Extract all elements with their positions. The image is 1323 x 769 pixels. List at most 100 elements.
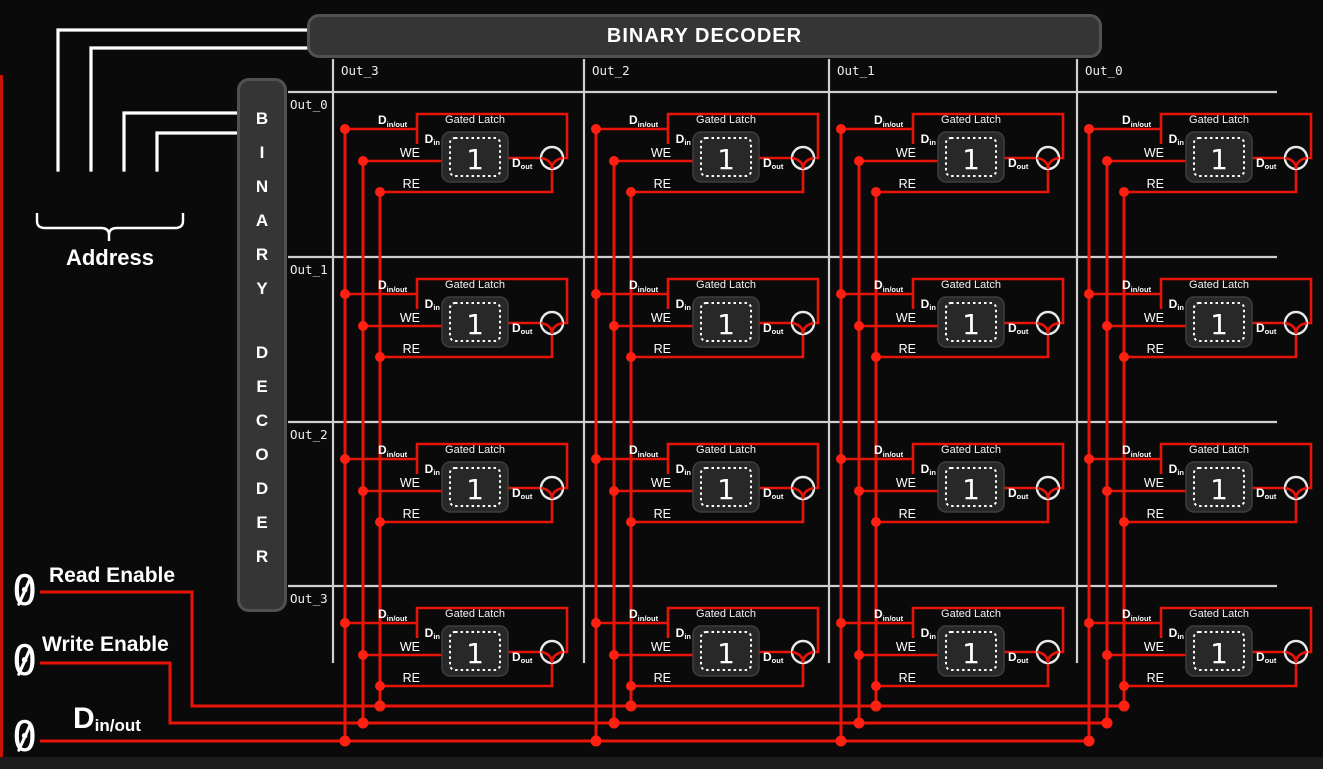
memory-cell-row3-col1: 1 Gated Latch Din/out WE RE Din Dout (584, 586, 834, 750)
stored-bit: 1 (1210, 308, 1228, 341)
gated-latch-title: Gated Latch (696, 608, 756, 620)
gated-latch-title: Gated Latch (445, 279, 505, 291)
cell-wiring: 1 Gated Latch Din/out WE RE Din Dout (584, 586, 834, 750)
cell-wiring: 1 Gated Latch Din/out WE RE Din Dout (829, 422, 1079, 586)
memory-cell-row0-col1: 1 Gated Latch Din/out WE RE Din Dout (584, 92, 834, 256)
dinout-junction-dot (1084, 454, 1094, 464)
re-junction-dot (871, 681, 881, 691)
re-junction-dot (375, 681, 385, 691)
dinout-junction-dot (836, 618, 846, 628)
dinout-junction-dot (591, 454, 601, 464)
write-enable-digit: 0 (12, 636, 37, 685)
dinout-junction-dot (340, 289, 350, 299)
re-junction-dot (1119, 681, 1129, 691)
cell-dinout-label: Din/out (1122, 607, 1152, 623)
memory-cell-row1-col1: 1 Gated Latch Din/out WE RE Din Dout (584, 257, 834, 421)
cell-din-label: Din (425, 132, 441, 147)
read-enable-label: Read Enable (49, 564, 175, 588)
cell-re-label: RE (654, 342, 671, 356)
stored-bit: 1 (1210, 473, 1228, 506)
we-junction-dot (1102, 486, 1112, 496)
cell-re-label: RE (1147, 507, 1164, 521)
cell-we-label: WE (1144, 311, 1164, 325)
memory-cell-row1-col2: 1 Gated Latch Din/out WE RE Din Dout (829, 257, 1079, 421)
gated-latch-title: Gated Latch (941, 444, 1001, 456)
memory-cell-row2-col2: 1 Gated Latch Din/out WE RE Din Dout (829, 422, 1079, 586)
we-junction-dot (1102, 321, 1112, 331)
read-enable-value[interactable]: 0 (12, 570, 38, 612)
stored-bit: 1 (962, 637, 980, 670)
cell-din-label: Din (921, 462, 937, 477)
stored-bit: 1 (466, 637, 484, 670)
column-label-out0: Out_0 (1085, 63, 1123, 78)
column-label-out1: Out_1 (837, 63, 875, 78)
cell-we-label: WE (896, 476, 916, 490)
we-junction-dot (358, 156, 368, 166)
write-enable-label: Write Enable (42, 633, 169, 657)
stored-bit: 1 (717, 308, 735, 341)
cell-we-label: WE (651, 311, 671, 325)
dinout-label-main: D (73, 702, 95, 735)
cell-dinout-label: Din/out (629, 607, 659, 623)
cell-wiring: 1 Gated Latch Din/out WE RE Din Dout (584, 92, 834, 256)
cell-we-label: WE (896, 640, 916, 654)
memory-cell-row3-col2: 1 Gated Latch Din/out WE RE Din Dout (829, 586, 1079, 750)
gated-latch-title: Gated Latch (696, 114, 756, 126)
address-brace (37, 213, 183, 241)
we-junction-dot (854, 486, 864, 496)
gated-latch-title: Gated Latch (696, 444, 756, 456)
dinout-junction-dot (591, 618, 601, 628)
memory-cell-row2-col0: 1 Gated Latch Din/out WE RE Din Dout (333, 422, 583, 586)
re-junction-dot (1119, 187, 1129, 197)
cell-we-label: WE (651, 476, 671, 490)
cell-wiring: 1 Gated Latch Din/out WE RE Din Dout (1077, 257, 1323, 421)
cell-re-label: RE (1147, 671, 1164, 685)
stored-bit: 1 (466, 143, 484, 176)
read-enable-digit: 0 (12, 566, 37, 615)
row-label-out0: Out_0 (290, 97, 328, 112)
memory-cell-row3-col3: 1 Gated Latch Din/out WE RE Din Dout (1077, 586, 1323, 750)
row-label-out3: Out_3 (290, 591, 328, 606)
gated-latch-title: Gated Latch (445, 114, 505, 126)
cell-dinout-label: Din/out (874, 607, 904, 623)
cell-din-label: Din (1169, 132, 1185, 147)
dinout-junction-dot (1084, 124, 1094, 134)
cell-din-label: Din (676, 297, 692, 312)
we-junction-dot (609, 486, 619, 496)
dinout-label: Din/out (73, 702, 141, 736)
re-junction-dot (871, 187, 881, 197)
gated-latch-title: Gated Latch (1189, 444, 1249, 456)
address-label: Address (38, 245, 182, 271)
cell-din-label: Din (1169, 626, 1185, 641)
re-junction-dot (1119, 517, 1129, 527)
dinout-junction-dot (836, 124, 846, 134)
stored-bit: 1 (962, 473, 980, 506)
stored-bit: 1 (466, 308, 484, 341)
cell-dinout-label: Din/out (378, 443, 408, 459)
cell-dinout-label: Din/out (378, 278, 408, 294)
memory-cell-row2-col3: 1 Gated Latch Din/out WE RE Din Dout (1077, 422, 1323, 586)
stored-bit: 1 (1210, 637, 1228, 670)
dinout-label-sub: in/out (95, 716, 141, 735)
dinout-junction-dot (340, 454, 350, 464)
cell-dinout-label: Din/out (1122, 113, 1152, 129)
cell-dinout-label: Din/out (874, 113, 904, 129)
binary-decoder-vertical: BINARY DECODER (237, 78, 287, 612)
cell-din-label: Din (1169, 462, 1185, 477)
dinout-value[interactable]: 0 (12, 716, 38, 758)
re-junction-dot (375, 517, 385, 527)
cell-dinout-label: Din/out (874, 443, 904, 459)
binary-decoder-horizontal: BINARY DECODER (307, 14, 1102, 58)
cell-wiring: 1 Gated Latch Din/out WE RE Din Dout (829, 586, 1079, 750)
cell-wiring: 1 Gated Latch Din/out WE RE Din Dout (829, 92, 1079, 256)
cell-dinout-label: Din/out (1122, 443, 1152, 459)
cell-we-label: WE (400, 311, 420, 325)
cell-wiring: 1 Gated Latch Din/out WE RE Din Dout (333, 586, 583, 750)
column-label-out3: Out_3 (341, 63, 379, 78)
stored-bit: 1 (717, 143, 735, 176)
gated-latch-title: Gated Latch (445, 444, 505, 456)
cell-we-label: WE (651, 146, 671, 160)
write-enable-value[interactable]: 0 (12, 640, 38, 682)
dinout-junction-dot (836, 454, 846, 464)
we-junction-dot (854, 156, 864, 166)
